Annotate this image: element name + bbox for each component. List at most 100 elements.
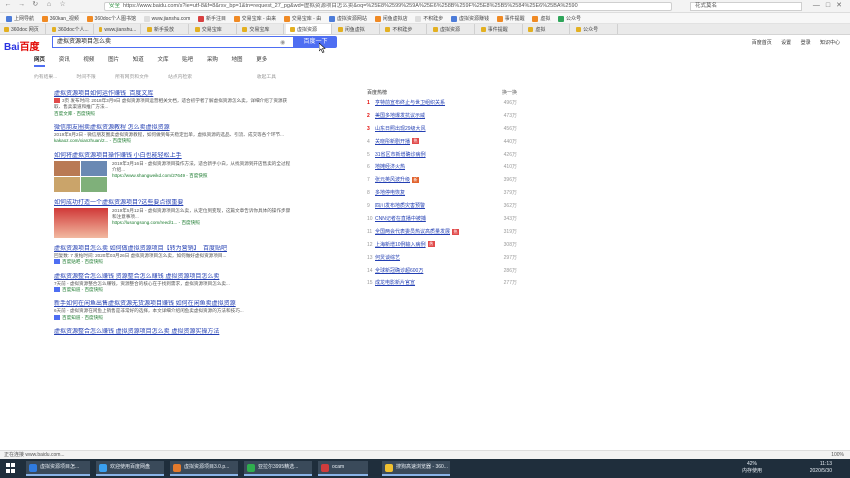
tab-zhidao[interactable]: 知道	[133, 55, 144, 67]
taskbar-app[interactable]: 亚拉尔3995精选...	[244, 461, 312, 476]
hot-list-item[interactable]: 2 美国多地爆发抗议示威 473万	[367, 110, 517, 123]
refresh-icon[interactable]: ↻	[31, 0, 39, 8]
hot-list-item[interactable]: 14 全球新冠确诊超600万 286万	[367, 265, 517, 278]
result-url[interactable]: 百度知道 - 百度快照	[54, 315, 294, 322]
tab-wenku[interactable]: 文库	[157, 55, 168, 67]
result-title[interactable]: 如何将虚拟资源项目操作赚钱 小白也能轻松上手	[54, 152, 294, 160]
zoom-level[interactable]: 100%	[831, 451, 844, 459]
tab-news[interactable]: 资讯	[59, 55, 70, 67]
hot-title[interactable]: 上海新增10例输入病例	[375, 242, 426, 248]
bookmark-item[interactable]: 虚拟	[532, 13, 550, 23]
hot-title[interactable]: 何炅谈综艺	[375, 255, 400, 261]
hot-list-item[interactable]: 15 成龙电影新片官宣 277万	[367, 277, 517, 290]
browser-tab[interactable]: 交易宝库	[238, 24, 285, 34]
bookmark-item[interactable]: www.jianshu.com	[143, 13, 190, 23]
result-title[interactable]: 虚拟资源整合怎么赚钱 资源整合怎么赚钱 虚拟资源项目怎么卖	[54, 273, 294, 281]
hot-title[interactable]: 四川发布地质灾害预警	[375, 203, 425, 209]
hot-list-item[interactable]: 13 何炅谈综艺 297万	[367, 252, 517, 265]
hot-list-item[interactable]: 1 亨特前宣布终止与世卫组织关系 496万	[367, 97, 517, 110]
search-button[interactable]: 百度一下	[294, 36, 337, 48]
browser-tab[interactable]: 虚拟资源	[429, 24, 476, 34]
browser-tab[interactable]: 公众号	[572, 24, 619, 34]
collapse-tools[interactable]: 收起工具	[257, 73, 276, 80]
forward-icon[interactable]: →	[18, 1, 26, 9]
tab-purchase[interactable]: 采购	[207, 55, 218, 67]
start-button-icon[interactable]	[6, 463, 16, 473]
bookmark-item[interactable]: 交易宝库 - 由来	[233, 13, 276, 23]
window-controls[interactable]: —□✕	[813, 1, 848, 9]
browser-tab[interactable]: 交易宝库	[191, 24, 237, 34]
browser-tab[interactable]: 事件提醒	[477, 24, 523, 34]
browser-tab[interactable]: 不积跬步	[381, 24, 428, 34]
hot-list-item[interactable]: 4 关晓彤新剧开播热 440万	[367, 136, 517, 149]
header-link-settings[interactable]: 设置	[781, 40, 791, 46]
browser-search-input[interactable]: 花式莫名	[690, 2, 802, 11]
browser-tab-active[interactable]: 虚拟资源	[286, 24, 333, 34]
bookmark-item[interactable]: 360doc个人图书馆	[86, 13, 136, 23]
hot-title[interactable]: 成龙电影新片官宣	[375, 280, 415, 286]
header-link-home[interactable]: 百度首页	[752, 40, 772, 46]
bookmark-item[interactable]: 360kan_视频	[41, 13, 79, 23]
hot-title[interactable]: 31省区市新增确诊病例	[375, 152, 426, 158]
filetype-filter[interactable]: 所有网页和文件	[115, 75, 149, 80]
bookmark-item[interactable]: 公众号	[558, 13, 581, 23]
star-icon[interactable]: ☆	[59, 0, 67, 8]
tab-images[interactable]: 图片	[108, 55, 119, 67]
bookmark-item[interactable]: 交易宝库 - 由	[283, 13, 321, 23]
tab-more[interactable]: 更多	[256, 55, 267, 67]
camera-icon[interactable]: ◉	[280, 39, 285, 46]
tab-video[interactable]: 视频	[83, 55, 94, 67]
result-url[interactable]: https://www.shangweikd.com/27649 - 百度快照	[112, 173, 294, 180]
tab-web[interactable]: 网页	[34, 55, 46, 67]
thumbnail-image[interactable]	[54, 207, 108, 238]
hot-list-item[interactable]: 5 31省区市新增确诊病例 426万	[367, 149, 517, 162]
tab-tieba[interactable]: 贴吧	[182, 55, 193, 67]
taskbar-app[interactable]: 虚拟资源项目3.0.p...	[170, 461, 238, 476]
browser-tab[interactable]: 闲鱼虚拟	[334, 24, 380, 34]
hot-title[interactable]: 亨特前宣布终止与世卫组织关系	[375, 100, 445, 106]
bookmark-item[interactable]: 上网导航	[6, 13, 34, 23]
taskbar-app[interactable]: 搜狗高速浏览器 - 360...	[382, 461, 450, 476]
browser-tab[interactable]: 360doc个人...	[48, 24, 94, 34]
bookmark-item[interactable]: 虚拟资源网站	[328, 13, 367, 23]
hot-title[interactable]: 关晓彤新剧开播	[375, 139, 410, 145]
result-title[interactable]: 虚拟资源整合怎么赚钱 虚拟资源项目怎么卖 虚拟资源实操方法	[54, 328, 294, 336]
bookmark-item[interactable]: 虚拟资源赚钱	[450, 13, 489, 23]
browser-tab[interactable]: 虚拟	[524, 24, 571, 34]
result-url[interactable]: https://lusongsong.com/reed/1... - 百度快照	[112, 220, 294, 227]
browser-tab[interactable]: 新手投放	[143, 24, 190, 34]
result-title[interactable]: 虚拟资源项目如何运作赚钱_百度文库	[54, 90, 294, 98]
home-icon[interactable]: ⌂	[45, 1, 53, 9]
hot-title[interactable]: 地摊经济火热	[375, 164, 405, 170]
refresh-button[interactable]: 换一换	[502, 89, 517, 96]
result-url[interactable]: 百度贴吧 - 百度快照	[54, 259, 294, 266]
site-filter[interactable]: 站点内检索	[168, 75, 192, 80]
bookmark-item[interactable]: 不积跬步	[415, 13, 443, 23]
hot-title[interactable]: 多地停电恢复	[375, 190, 405, 196]
bookmark-item[interactable]: 新手注目	[197, 13, 226, 23]
system-clock[interactable]: 11:13 2020/5/30	[810, 461, 832, 475]
baidu-logo[interactable]: Bai百度	[4, 38, 40, 53]
hot-title[interactable]: CNN记者在直播中被捕	[375, 216, 426, 222]
result-url[interactable]: 百度知道 - 百度快照	[54, 287, 294, 294]
result-thumbnails[interactable]	[54, 160, 108, 192]
result-title[interactable]: 如何成功打造一个虚拟资源项目?这些要点很重要	[54, 199, 294, 207]
header-link-login[interactable]: 登录	[801, 40, 811, 46]
address-bar[interactable]: 安全 https://www.baidu.com/s?ie=utf-8&f=8&r…	[104, 2, 672, 11]
hot-list-item[interactable]: 8 多地停电恢复 379万	[367, 187, 517, 200]
bookmark-item[interactable]: 闲鱼虚拟店	[374, 13, 408, 23]
hot-list-item[interactable]: 7 张元英风波升级新 396万	[367, 174, 517, 187]
hot-list-item[interactable]: 9 四川发布地质灾害预警 362万	[367, 200, 517, 213]
browser-tab[interactable]: 360doc 网页	[0, 24, 46, 34]
taskbar-app[interactable]: 欢迎使用百度网盘	[96, 461, 164, 476]
browser-tab[interactable]: www.jianshu...	[95, 24, 142, 34]
memory-usage[interactable]: 42% 内存使用	[742, 461, 762, 475]
hot-title[interactable]: 张元英风波升级	[375, 177, 410, 183]
taskbar-app[interactable]: ocam	[318, 461, 368, 476]
result-url[interactable]: kakaoz.com/xianzhuan/2... - 百度快照	[54, 138, 294, 145]
hot-list-item[interactable]: 12 上海新增10例输入病例热 308万	[367, 239, 517, 252]
result-title[interactable]: 微信朋友圈卖虚拟资源教程 怎么卖虚拟资源	[54, 124, 294, 132]
hot-list-item[interactable]: 3 山东日照出现29级大风 456万	[367, 123, 517, 136]
bookmark-item[interactable]: 事件提醒	[496, 13, 525, 23]
time-filter[interactable]: 时间不限	[77, 75, 96, 80]
